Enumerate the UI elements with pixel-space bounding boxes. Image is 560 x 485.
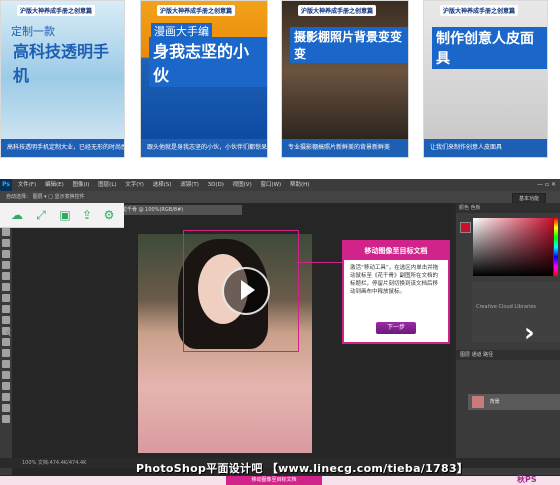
hue-slider[interactable] bbox=[554, 218, 558, 276]
shape-tool-icon[interactable] bbox=[2, 393, 10, 401]
menu-item-type[interactable]: 文字(Y) bbox=[125, 179, 144, 191]
photoshop-logo-icon: Ps bbox=[0, 179, 12, 191]
next-step-button[interactable]: 下一步 bbox=[376, 322, 416, 334]
settings-icon[interactable]: ⚙ bbox=[102, 208, 116, 222]
bottom-logo: 秋PS bbox=[517, 475, 537, 484]
thumbnail-card-3[interactable]: 沪版大神养成手册之创意篇 摄影棚照片背景变变变 专业摄影棚搞照片新鲜美的背景新鲜… bbox=[281, 0, 409, 158]
quick-select-tool-icon[interactable] bbox=[2, 239, 10, 247]
menu-item-file[interactable]: 文件(F) bbox=[18, 179, 36, 191]
pen-tool-icon[interactable] bbox=[2, 360, 10, 368]
menu-item-view[interactable]: 视图(V) bbox=[233, 179, 252, 191]
layers-panel: 图层 通道 路径 背景 bbox=[456, 350, 560, 475]
share-icon[interactable]: ⇪ bbox=[80, 208, 94, 222]
card-caption: 跟头他就是身我志坚的小伙，小伙伴们都惊呆了！ bbox=[141, 139, 267, 157]
card-title: 高科技透明手机 bbox=[13, 42, 110, 85]
color-picker-field[interactable] bbox=[473, 218, 553, 276]
eyedropper-tool-icon[interactable] bbox=[2, 261, 10, 269]
play-button[interactable] bbox=[222, 267, 270, 315]
thumbnail-card-1[interactable]: 沪版大神养成手册之创意篇 定制一款 高科技透明手机 高科技透明手机定制大业，已经… bbox=[0, 0, 125, 158]
menu-item-select[interactable]: 选择(S) bbox=[153, 179, 172, 191]
path-select-tool-icon[interactable] bbox=[2, 382, 10, 390]
card-image bbox=[424, 1, 547, 141]
card-caption: 专业摄影棚搞照片新鲜美的背景新鲜美 bbox=[282, 139, 408, 157]
card-title: 摄影棚照片背景变变变 bbox=[290, 27, 408, 63]
stamp-tool-icon[interactable] bbox=[2, 294, 10, 302]
card-title: 制作创意人皮面具 bbox=[432, 27, 547, 69]
lasso-tool-icon[interactable] bbox=[2, 228, 10, 236]
cloud-icon[interactable]: ☁ bbox=[10, 208, 24, 222]
layers-panel-tabs[interactable]: 图层 通道 路径 bbox=[456, 350, 560, 360]
crop-tool-icon[interactable] bbox=[2, 250, 10, 258]
libraries-panel: Creative Cloud Libraries bbox=[472, 282, 560, 342]
history-brush-tool-icon[interactable] bbox=[2, 305, 10, 313]
callout-connector bbox=[297, 262, 342, 263]
card-image bbox=[282, 1, 408, 141]
thumbnail-card-4[interactable]: 沪版大神养成手册之创意篇 制作创意人皮面具 让我们来制作创意人皮面具 bbox=[423, 0, 548, 158]
menu-bar: Ps 文件(F) 编辑(E) 图像(I) 图层(L) 文字(Y) 选择(S) 滤… bbox=[0, 179, 560, 191]
menu-item-3d[interactable]: 3D(D) bbox=[208, 179, 224, 191]
callout-title: 移动图像至目标文档 bbox=[344, 242, 448, 260]
menu-item-image[interactable]: 图像(I) bbox=[73, 179, 90, 191]
layer-name: 背景 bbox=[489, 399, 500, 405]
layer-row[interactable]: 背景 bbox=[468, 394, 560, 410]
previous-arrow-icon[interactable]: ‹ bbox=[5, 322, 12, 343]
card-title: 身我志坚的小伙 bbox=[149, 37, 267, 87]
bottom-step-label: 移动图像至目标文档 bbox=[226, 476, 322, 485]
dodge-tool-icon[interactable] bbox=[2, 349, 10, 357]
options-bar[interactable]: 自动选择： 图层 ▾ □ 显示变换控件 bbox=[0, 191, 560, 203]
next-arrow-icon[interactable]: › bbox=[524, 318, 535, 348]
brush-tool-icon[interactable] bbox=[2, 283, 10, 291]
menu-item-edit[interactable]: 编辑(E) bbox=[45, 179, 64, 191]
menu-item-layer[interactable]: 图层(L) bbox=[98, 179, 116, 191]
thumbnail-strip: 沪版大神养成手册之创意篇 定制一款 高科技透明手机 高科技透明手机定制大业，已经… bbox=[0, 0, 560, 166]
share-toolbar: ☁ ⤢ ▣ ⇪ ⚙ bbox=[0, 203, 124, 228]
document-tab[interactable]: 花千骨 @ 100%(RGB/8#) bbox=[118, 205, 242, 215]
libraries-label: Creative Cloud Libraries bbox=[476, 304, 537, 310]
window-controls[interactable]: — ▫ ✕ bbox=[537, 179, 556, 191]
watermark-text: PhotoShop平面设计吧 【www.linecg.com/tieba/178… bbox=[136, 462, 469, 475]
healing-tool-icon[interactable] bbox=[2, 272, 10, 280]
type-tool-icon[interactable] bbox=[2, 371, 10, 379]
thumbnail-card-2[interactable]: 沪版大神养成手册之创意篇 漫画大手编 身我志坚的小伙 跟头他就是身我志坚的小伙，… bbox=[140, 0, 268, 158]
expand-icon[interactable]: ⤢ bbox=[34, 208, 48, 222]
card-caption: 高科技透明手机定制大业，已经无形的时尚感主角了。 bbox=[1, 139, 124, 157]
card-brand: 沪版大神养成手册之创意篇 bbox=[17, 5, 96, 16]
menu-item-window[interactable]: 窗口(W) bbox=[260, 179, 281, 191]
tutorial-callout: 移动图像至目标文档 激活“移动工具”，在选区内单击并拖动鼠标至《花千骨》副图所在… bbox=[342, 240, 450, 344]
hand-tool-icon[interactable] bbox=[2, 404, 10, 412]
menu-item-filter[interactable]: 滤镜(T) bbox=[180, 179, 199, 191]
zoom-tool-icon[interactable] bbox=[2, 415, 10, 423]
callout-body: 激活“移动工具”，在选区内单击并拖动鼠标至《花千骨》副图所在文档的标题栏，停留片… bbox=[350, 265, 439, 295]
layer-thumbnail bbox=[472, 396, 484, 408]
menu-item-help[interactable]: 帮助(H) bbox=[290, 179, 309, 191]
card-brand: 沪版大神养成手册之创意篇 bbox=[440, 5, 519, 16]
card-caption: 让我们来制作创意人皮面具 bbox=[424, 139, 547, 157]
card-brand: 沪版大神养成手册之创意篇 bbox=[157, 5, 236, 16]
color-panel-tabs[interactable]: 颜色 色板 bbox=[456, 203, 560, 213]
save-icon[interactable]: ▣ bbox=[58, 208, 72, 222]
foreground-color-swatch[interactable] bbox=[460, 222, 471, 233]
card-brand: 沪版大神养成手册之创意篇 bbox=[298, 5, 377, 16]
